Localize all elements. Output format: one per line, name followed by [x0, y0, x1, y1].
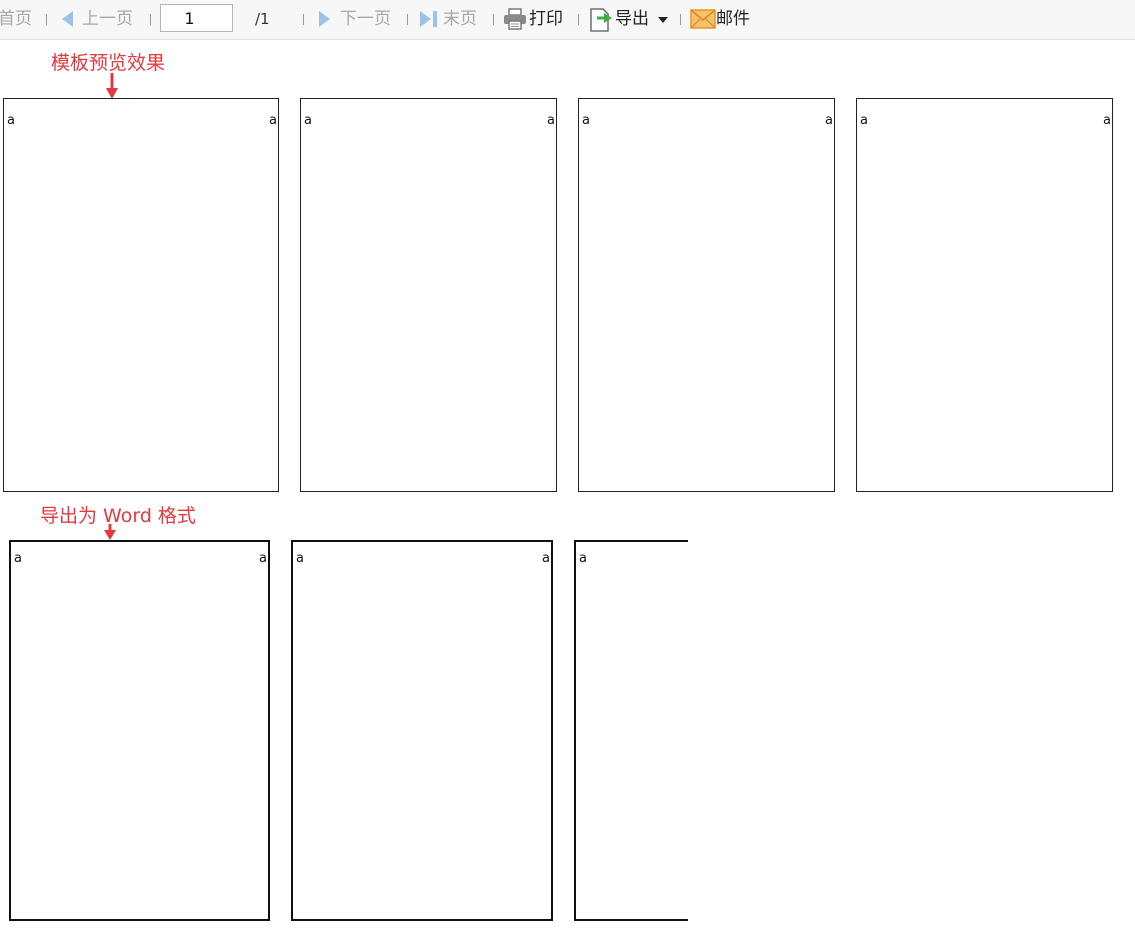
page-corner-text: a [259, 551, 267, 566]
annotation-arrow-icon [106, 73, 118, 99]
mail-icon[interactable] [690, 9, 716, 29]
next-page-button[interactable]: 下一页 [340, 0, 391, 39]
separator [407, 14, 408, 25]
page-corner-text: a [304, 113, 312, 128]
page-corner-text: a [296, 551, 304, 566]
preview-page: a a [578, 98, 835, 492]
annotation-arrow-icon [104, 524, 116, 540]
page-corner-text: a [582, 113, 590, 128]
preview-page: a a [3, 98, 279, 492]
chevron-down-icon[interactable] [658, 17, 668, 23]
separator [46, 14, 47, 25]
print-button[interactable]: 打印 [529, 0, 563, 39]
page-corner-text: a [1103, 113, 1111, 128]
word-export-page: a [574, 540, 688, 921]
preview-page: a a [300, 98, 557, 492]
page-corner-text: a [542, 551, 550, 566]
separator [150, 14, 151, 25]
annotation-template-preview: 模板预览效果 [51, 52, 166, 74]
page-number-input[interactable] [160, 4, 233, 32]
page-corner-text: a [547, 113, 555, 128]
next-arrow-icon[interactable] [318, 10, 331, 28]
export-icon[interactable] [589, 7, 613, 33]
printer-icon[interactable] [503, 8, 527, 30]
last-page-icon[interactable] [419, 10, 439, 28]
word-export-page: a a [9, 540, 270, 921]
page-corner-text: a [7, 113, 15, 128]
export-button[interactable]: 导出 [615, 0, 649, 39]
last-page-button[interactable]: 末页 [443, 0, 477, 39]
separator [680, 14, 681, 25]
page-total-label: /1 [255, 10, 270, 28]
page-corner-text: a [579, 551, 587, 566]
prev-page-button[interactable]: 上一页 [82, 0, 133, 39]
page-corner-text: a [860, 113, 868, 128]
page-corner-text: a [14, 551, 22, 566]
report-toolbar: 首页 上一页 /1 下一页 末页 打印 导出 邮件 [0, 0, 1135, 40]
page-corner-text: a [825, 113, 833, 128]
mail-button[interactable]: 邮件 [716, 0, 750, 39]
word-export-page: a a [291, 540, 553, 921]
separator [578, 14, 579, 25]
separator [303, 14, 304, 25]
annotation-word-export: 导出为 Word 格式 [40, 505, 196, 527]
page-corner-text: a [269, 113, 277, 128]
prev-arrow-icon[interactable] [61, 10, 74, 28]
first-page-button[interactable]: 首页 [0, 0, 32, 39]
separator [493, 14, 494, 25]
preview-page: a a [856, 98, 1113, 492]
